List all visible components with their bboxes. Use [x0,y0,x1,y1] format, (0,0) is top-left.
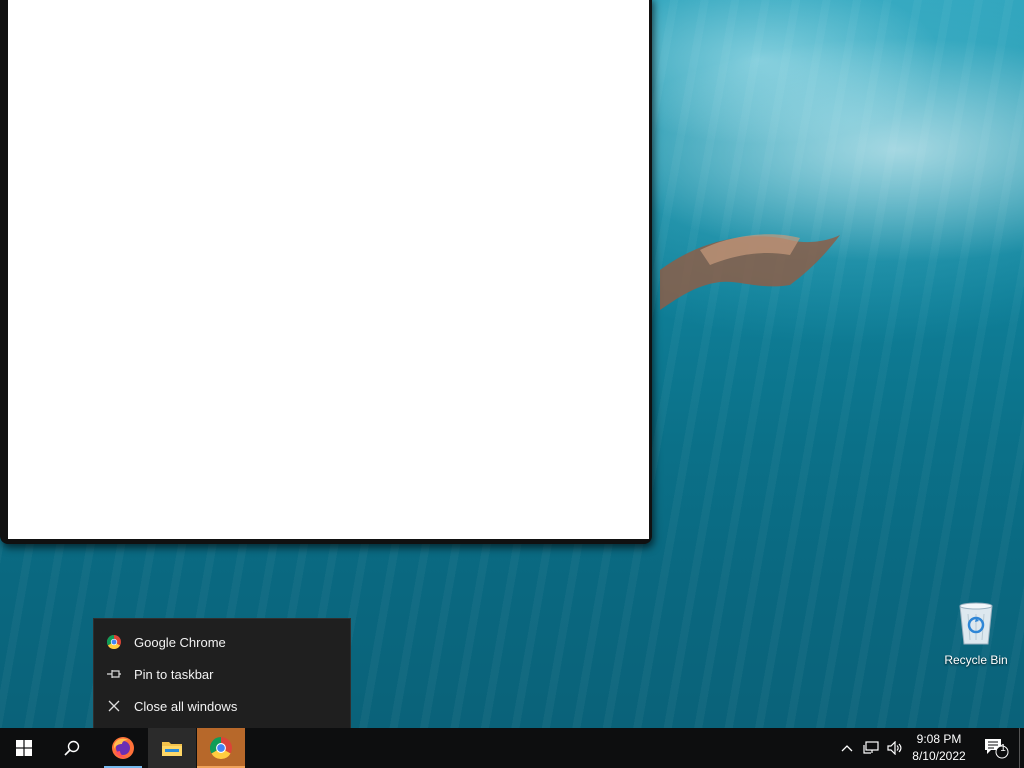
taskbar: 9:08 PM 8/10/2022 1 [0,728,1024,768]
network-button[interactable] [860,728,882,768]
clock-date: 8/10/2022 [912,749,966,763]
chrome-icon [94,635,134,649]
chrome-jump-list: Google Chrome Pin to taskbar Close all w… [93,618,351,729]
start-button[interactable] [0,728,48,768]
firefox-icon [112,737,134,759]
clock[interactable]: 9:08 PM 8/10/2022 [906,731,972,765]
chevron-up-icon [841,745,853,752]
volume-button[interactable] [884,728,906,768]
jumplist-item-label: Close all windows [134,698,238,714]
network-icon [863,741,879,754]
search-button[interactable] [48,728,96,768]
recycle-bin-icon [959,602,993,645]
action-center-button[interactable]: 1 [978,728,1014,768]
windows-logo-icon [16,740,32,756]
jumplist-item-google-chrome[interactable]: Google Chrome [94,626,350,658]
close-icon [94,700,134,712]
taskbar-app-google-chrome[interactable] [197,728,245,768]
window-content-area[interactable] [8,0,649,539]
jumplist-item-close-all-windows[interactable]: Close all windows [94,690,350,722]
jumplist-item-label: Pin to taskbar [134,666,214,682]
file-explorer-icon [162,742,182,756]
taskbar-app-file-explorer[interactable] [148,728,196,768]
show-desktop-button[interactable] [1019,728,1020,768]
show-hidden-icons-button[interactable] [836,728,858,768]
desktop-icon-label: Recycle Bin [944,653,1008,667]
jumplist-item-label: Google Chrome [134,634,226,650]
desktop-icon-recycle-bin[interactable]: Recycle Bin [940,600,1012,667]
diver-fin-decoration [660,234,840,310]
search-icon [64,740,80,756]
clock-time: 9:08 PM [916,732,962,746]
pin-icon [94,668,134,680]
chrome-icon [210,737,232,759]
volume-icon [887,741,902,755]
jumplist-item-pin-to-taskbar[interactable]: Pin to taskbar [94,658,350,690]
app-window[interactable] [0,0,652,544]
notification-count-badge: 1 [1000,743,1006,754]
taskbar-app-firefox[interactable] [100,728,146,768]
